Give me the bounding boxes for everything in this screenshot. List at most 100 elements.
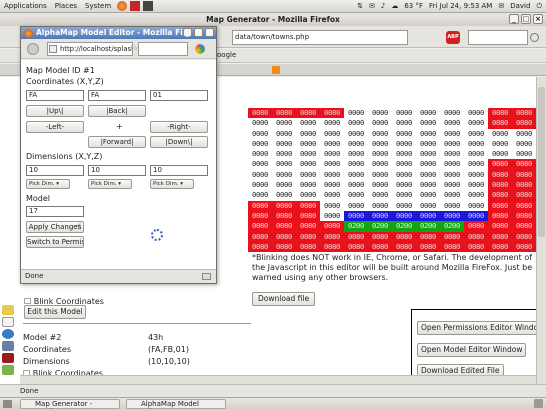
map-tile[interactable]: 0000 bbox=[320, 190, 344, 200]
map-tile[interactable]: 0000 bbox=[272, 129, 296, 139]
map-tile[interactable]: 0000 bbox=[392, 149, 416, 159]
dim-x-input[interactable]: 10 bbox=[26, 165, 84, 176]
map-tile[interactable]: 0080 bbox=[320, 108, 344, 119]
map-tile[interactable]: 0000 bbox=[416, 159, 440, 169]
map-tile[interactable]: 0080 bbox=[512, 159, 536, 170]
popup-stop-icon[interactable] bbox=[27, 43, 39, 55]
map-tile[interactable]: 0080 bbox=[488, 118, 512, 129]
map-tile[interactable]: 0000 bbox=[488, 129, 512, 139]
map-tile[interactable]: 0080 bbox=[296, 108, 320, 119]
left-button[interactable]: -Left- bbox=[26, 121, 84, 133]
map-tile[interactable]: 0080 bbox=[488, 180, 512, 191]
map-tile[interactable]: 0080 bbox=[512, 200, 536, 211]
map-tile[interactable]: 0000 bbox=[320, 201, 344, 211]
map-tile[interactable]: 0000 bbox=[248, 159, 272, 169]
map-tile[interactable]: 0080 bbox=[296, 231, 320, 242]
search-go-icon[interactable] bbox=[530, 33, 539, 42]
map-tile[interactable]: 0080 bbox=[296, 210, 320, 222]
edit-model-button[interactable]: Edit this Model bbox=[24, 305, 86, 319]
map-tile[interactable]: 0000 bbox=[344, 149, 368, 159]
map-tile[interactable]: 0000 bbox=[440, 210, 464, 222]
map-tile[interactable]: 0000 bbox=[440, 118, 464, 128]
adblock-icon[interactable]: ABP bbox=[446, 31, 460, 44]
popup-search-box[interactable] bbox=[138, 42, 188, 56]
map-tile[interactable]: 0000 bbox=[368, 201, 392, 211]
map-tile[interactable]: 0000 bbox=[440, 149, 464, 159]
map-tile[interactable]: 0080 bbox=[440, 241, 464, 253]
map-tile[interactable]: 0000 bbox=[272, 118, 296, 128]
map-tile[interactable]: 0000 bbox=[344, 108, 368, 118]
rss-icon[interactable] bbox=[272, 66, 280, 74]
map-tile[interactable]: 0000 bbox=[320, 149, 344, 159]
map-tile[interactable]: 0080 bbox=[392, 241, 416, 253]
map-tile[interactable]: 0000 bbox=[272, 170, 296, 180]
map-tile[interactable]: 0000 bbox=[296, 159, 320, 169]
folder-icon[interactable] bbox=[2, 305, 14, 315]
map-tile[interactable]: 0000 bbox=[416, 139, 440, 149]
map-tile[interactable]: 0080 bbox=[512, 210, 536, 222]
map-tile[interactable]: 0000 bbox=[368, 159, 392, 169]
globe-icon[interactable] bbox=[2, 329, 14, 339]
map-tile[interactable]: 0080 bbox=[488, 108, 512, 119]
map-tile[interactable]: 0000 bbox=[392, 180, 416, 190]
map-tile[interactable]: 0000 bbox=[296, 118, 320, 128]
map-tile[interactable]: 0080 bbox=[296, 241, 320, 253]
popup-minimize-button[interactable]: _ bbox=[183, 28, 192, 37]
map-tile[interactable]: 0000 bbox=[248, 180, 272, 190]
open-permissions-editor-button[interactable]: Open Permissions Editor Window bbox=[417, 321, 536, 335]
map-tile[interactable]: 0000 bbox=[368, 139, 392, 149]
coord-y-input[interactable]: FA bbox=[88, 90, 146, 101]
map-tile[interactable]: 0000 bbox=[320, 129, 344, 139]
map-tile[interactable]: 0000 bbox=[296, 190, 320, 200]
map-tile[interactable]: 0000 bbox=[440, 180, 464, 190]
map-tile[interactable]: 0000 bbox=[248, 149, 272, 159]
map-tile[interactable]: 0000 bbox=[392, 129, 416, 139]
pick-dim-x-select[interactable]: Pick Dim. ▾ bbox=[26, 179, 70, 189]
mail-indicator-icon[interactable]: ✉ bbox=[498, 2, 504, 10]
chat-icon[interactable] bbox=[2, 365, 14, 375]
map-tile[interactable]: 0000 bbox=[440, 170, 464, 180]
download-file-button[interactable]: Download file bbox=[252, 292, 316, 306]
url-bar[interactable]: data/town/towns.php bbox=[232, 30, 408, 45]
switch-permissions-button[interactable]: Switch to Permissions bbox=[26, 236, 84, 248]
right-button[interactable]: -Right- bbox=[150, 121, 208, 133]
popup-maximize-button[interactable]: □ bbox=[194, 28, 203, 37]
map-tile[interactable]: 0080 bbox=[320, 241, 344, 253]
map-tile[interactable]: 0000 bbox=[440, 159, 464, 169]
map-tile[interactable]: 0000 bbox=[392, 190, 416, 200]
map-tile[interactable]: 0000 bbox=[344, 118, 368, 128]
map-tile[interactable]: 0000 bbox=[464, 201, 488, 211]
show-desktop-icon[interactable] bbox=[3, 400, 12, 408]
map-tile[interactable]: 0000 bbox=[296, 129, 320, 139]
map-tile[interactable]: 0000 bbox=[464, 190, 488, 200]
map-tile[interactable]: 0000 bbox=[488, 139, 512, 149]
map-tile[interactable]: 0080 bbox=[392, 231, 416, 242]
map-tile[interactable]: 0000 bbox=[368, 149, 392, 159]
map-tile[interactable]: 0200 bbox=[416, 221, 440, 232]
map-tile[interactable]: 0000 bbox=[464, 139, 488, 149]
map-tile[interactable]: 0000 bbox=[464, 210, 488, 222]
map-tile[interactable]: 0080 bbox=[512, 180, 536, 191]
popup-close-button[interactable]: × bbox=[205, 28, 214, 37]
map-tile[interactable]: 0000 bbox=[416, 118, 440, 128]
dim-z-input[interactable]: 10 bbox=[150, 165, 208, 176]
map-tile[interactable]: 0080 bbox=[248, 108, 272, 119]
map-tile[interactable]: 0000 bbox=[368, 108, 392, 118]
mail-icon[interactable]: ✉ bbox=[369, 2, 375, 10]
popup-search-engine-icon[interactable] bbox=[195, 44, 205, 54]
map-tile[interactable]: 0080 bbox=[488, 169, 512, 181]
map-tile[interactable]: 0080 bbox=[272, 108, 296, 119]
map-tile[interactable]: 0000 bbox=[464, 149, 488, 159]
map-tile[interactable]: 0000 bbox=[464, 159, 488, 169]
map-tile[interactable]: 0080 bbox=[344, 231, 368, 242]
map-tile[interactable]: 0000 bbox=[320, 180, 344, 190]
map-tile[interactable]: 0200 bbox=[392, 221, 416, 232]
pick-dim-z-select[interactable]: Pick Dim. ▾ bbox=[150, 179, 194, 189]
map-tile[interactable]: 0000 bbox=[368, 190, 392, 200]
map-tile[interactable]: 0000 bbox=[392, 170, 416, 180]
map-tile[interactable]: 0000 bbox=[320, 139, 344, 149]
map-tile[interactable]: 0000 bbox=[320, 170, 344, 180]
map-tile[interactable]: 0000 bbox=[272, 149, 296, 159]
map-tile[interactable]: 0000 bbox=[464, 180, 488, 190]
map-tile[interactable]: 0000 bbox=[248, 170, 272, 180]
